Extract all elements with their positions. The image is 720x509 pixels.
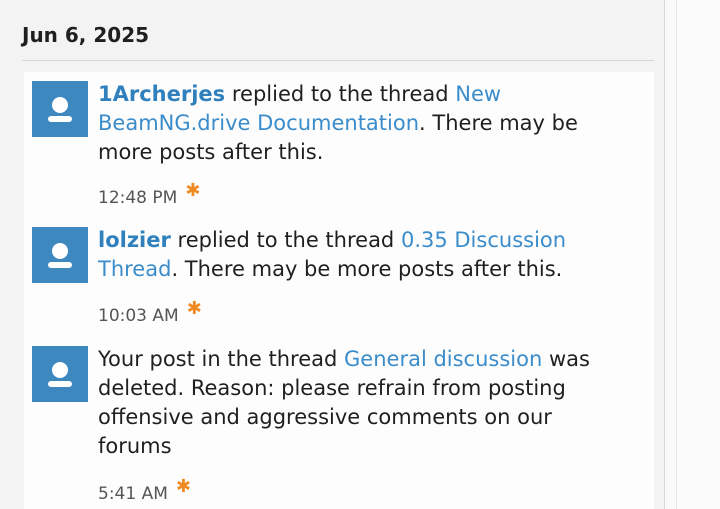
alert-timestamp: 5:41 AM bbox=[98, 484, 168, 504]
alert-text-before: replied to the thread bbox=[225, 82, 456, 106]
alert-timestamp: 12:48 PM bbox=[98, 188, 178, 208]
alerts-panel: Jun 6, 2025 1Archerjes replied to the th… bbox=[0, 0, 665, 509]
alert-text-before: Your post in the thread bbox=[98, 347, 345, 371]
alert-text: Your post in the thread General discussi… bbox=[98, 345, 618, 461]
alert-item[interactable]: 1Archerjes replied to the thread New Bea… bbox=[24, 72, 654, 212]
alert-time-row: 12:48 PM ✱ bbox=[98, 180, 200, 209]
alert-text-after: . There may be more posts after this. bbox=[171, 257, 563, 281]
alert-item[interactable]: Your post in the thread General discussi… bbox=[24, 337, 654, 509]
avatar[interactable] bbox=[32, 346, 88, 402]
asterisk-icon[interactable]: ✱ bbox=[187, 298, 202, 320]
default-avatar-icon bbox=[48, 97, 72, 122]
default-avatar-icon bbox=[48, 362, 72, 387]
asterisk-icon[interactable]: ✱ bbox=[176, 476, 191, 498]
alert-item[interactable]: lolzier replied to the thread 0.35 Discu… bbox=[24, 218, 654, 333]
alert-time-row: 10:03 AM ✱ bbox=[98, 298, 202, 327]
avatar[interactable] bbox=[32, 227, 88, 283]
default-avatar-icon bbox=[48, 243, 72, 268]
avatar[interactable] bbox=[32, 81, 88, 137]
date-heading: Jun 6, 2025 bbox=[22, 23, 150, 47]
alert-username-link[interactable]: 1Archerjes bbox=[98, 82, 225, 106]
alert-username-link[interactable]: lolzier bbox=[98, 228, 171, 252]
asterisk-icon[interactable]: ✱ bbox=[185, 180, 200, 202]
alert-list: 1Archerjes replied to the thread New Bea… bbox=[24, 72, 654, 509]
right-sidebar bbox=[676, 0, 720, 509]
alert-text: lolzier replied to the thread 0.35 Discu… bbox=[98, 226, 618, 284]
divider bbox=[22, 60, 654, 61]
alert-time-row: 5:41 AM ✱ bbox=[98, 476, 191, 505]
alert-text-before: replied to the thread bbox=[170, 228, 401, 252]
thread-link[interactable]: General discussion bbox=[344, 347, 542, 371]
alert-text: 1Archerjes replied to the thread New Bea… bbox=[98, 80, 618, 167]
alert-timestamp: 10:03 AM bbox=[98, 306, 179, 326]
